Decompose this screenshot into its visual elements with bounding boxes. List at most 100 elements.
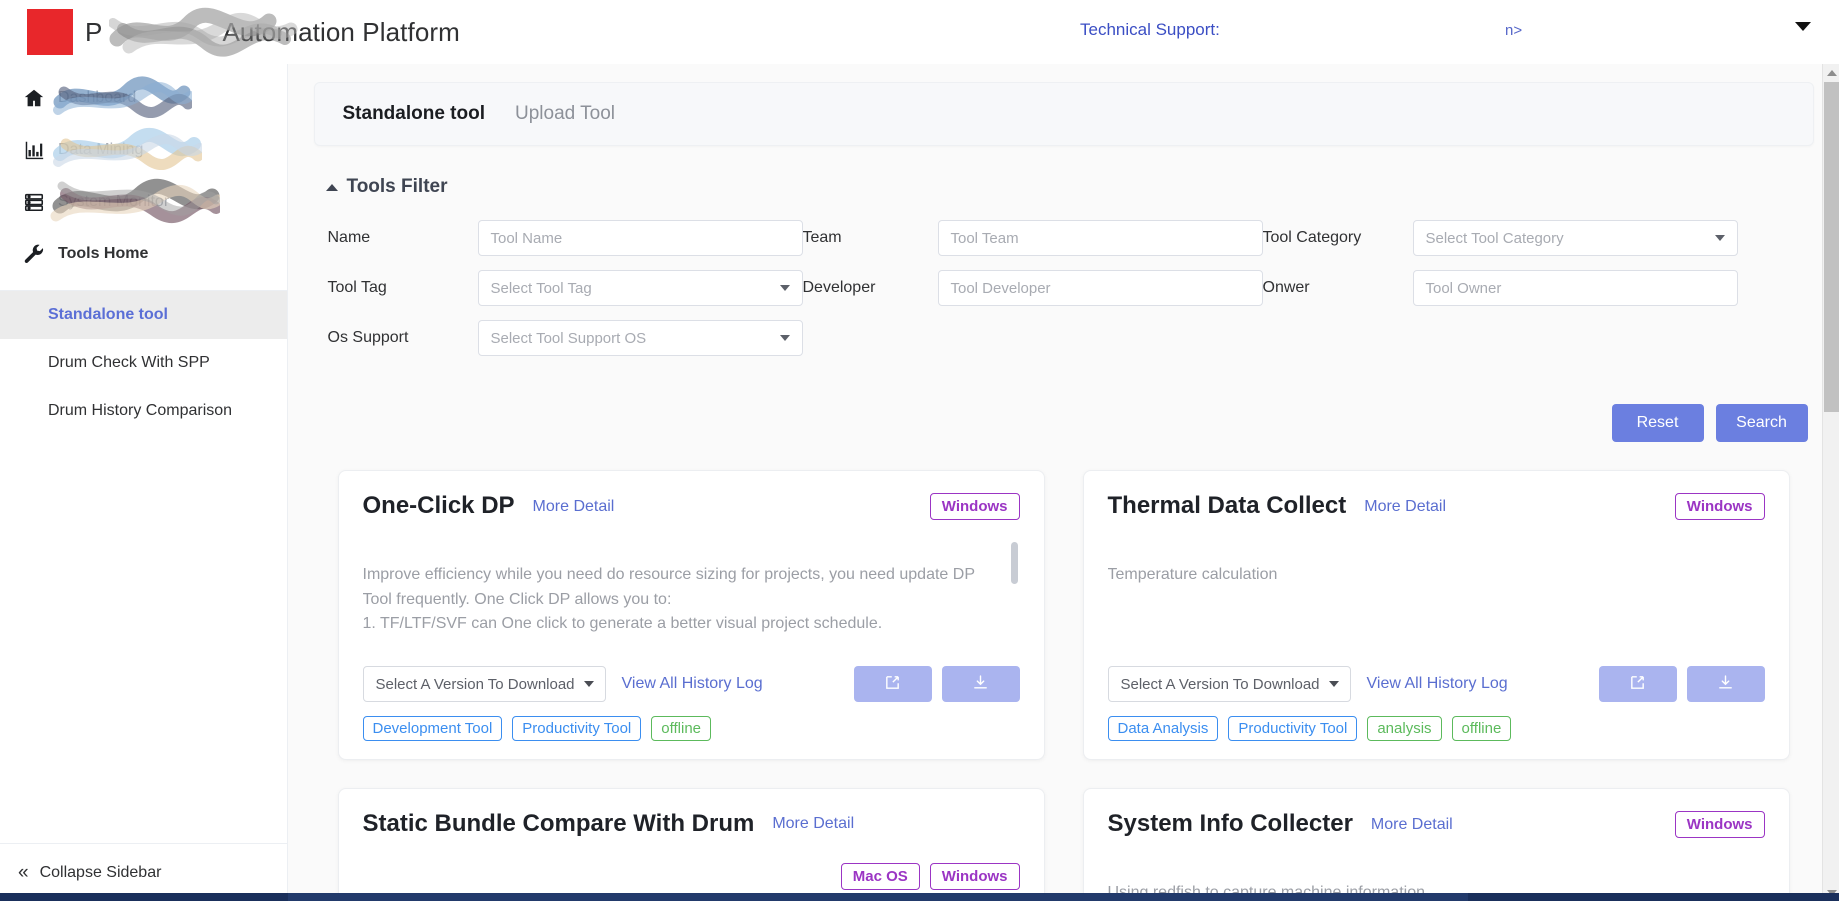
filter-input-developer[interactable]: Tool Developer [937, 270, 1263, 306]
filter-input-name[interactable]: Tool Name [477, 220, 803, 256]
tool-card: System Info Collecter More Detail Window… [1082, 788, 1790, 901]
home-icon [14, 87, 54, 109]
bottom-chrome-segment [288, 893, 1468, 901]
wrench-icon [14, 243, 54, 265]
os-badges: Windows [929, 493, 1020, 520]
sidebar-item-drum-check-with-spp[interactable]: Drum Check With SPP [0, 339, 287, 387]
version-select-placeholder: Select A Version To Download [375, 675, 575, 693]
filter-input-team[interactable]: Tool Team [937, 220, 1263, 256]
os-badge-windows: Windows [929, 493, 1020, 520]
filter-select-tool-category[interactable]: Select Tool Category [1412, 220, 1738, 256]
os-badge-windows: Windows [1674, 493, 1765, 520]
filter-label-team: Team [802, 229, 842, 246]
scroll-up-arrow[interactable] [1823, 64, 1839, 81]
triangle-up-icon [1826, 69, 1837, 76]
sidebar-item-drum-history-comparison[interactable]: Drum History Comparison [0, 387, 287, 435]
chevron-down-icon[interactable] [1795, 22, 1811, 31]
description-scrollbar[interactable] [1010, 542, 1018, 584]
download-button[interactable] [1686, 666, 1765, 702]
more-detail-link[interactable]: More Detail [1364, 498, 1446, 516]
sidebar-subitem-label: Standalone tool [48, 306, 168, 323]
main-inner: Standalone tool Upload Tool Tools Filter… [313, 82, 1814, 901]
tab-standalone-tool[interactable]: Standalone tool [343, 103, 486, 125]
bottom-chrome-bar [0, 893, 1839, 901]
tag-analysis[interactable]: analysis [1367, 716, 1442, 741]
download-button[interactable] [941, 666, 1020, 702]
version-select[interactable]: Select A Version To Download [1107, 666, 1351, 702]
chart-bar-icon [14, 139, 54, 161]
brand-logo [27, 9, 73, 55]
sidebar-item-standalone-tool[interactable]: Standalone tool [0, 291, 287, 339]
filter-input-name-placeholder: Tool Name [490, 229, 563, 247]
filter-label-tool-category: Tool Category [1262, 229, 1362, 246]
filter-select-tool-tag[interactable]: Select Tool Tag [477, 270, 803, 306]
filter-actions: Reset Search [314, 404, 1814, 442]
sidebar-item-label: Tools Home [58, 245, 149, 262]
tag-offline[interactable]: offline [651, 716, 712, 741]
tool-card: Thermal Data Collect More Detail Windows… [1082, 470, 1790, 760]
tool-card: One-Click DP More Detail Windows Improve… [337, 470, 1045, 760]
tag-data-analysis[interactable]: Data Analysis [1107, 716, 1219, 741]
tag-productivity-tool[interactable]: Productivity Tool [1228, 716, 1358, 741]
sidebar-subitem-label: Drum Check With SPP [48, 354, 210, 371]
card-icon-buttons [1598, 666, 1765, 702]
main-content: Standalone tool Upload Tool Tools Filter… [288, 64, 1839, 901]
tools-filter-header[interactable]: Tools Filter [314, 166, 1814, 214]
filter-input-team-placeholder: Tool Team [950, 229, 1019, 247]
tool-card-description: Improve efficiency while you need do res… [363, 538, 1020, 660]
view-history-log-link[interactable]: View All History Log [1367, 675, 1508, 693]
tabs-card: Standalone tool Upload Tool [313, 82, 1814, 146]
filter-input-owner[interactable]: Tool Owner [1412, 270, 1738, 306]
tools-filter-title: Tools Filter [346, 176, 448, 197]
search-button[interactable]: Search [1715, 404, 1808, 442]
tool-card-header: Static Bundle Compare With Drum More Det… [363, 810, 1020, 891]
sidebar-item-data-mining[interactable]: Data Mining [0, 124, 287, 176]
filter-label-owner: Onwer [1262, 279, 1310, 296]
page-scrollbar[interactable] [1822, 64, 1839, 901]
tool-card: Static Bundle Compare With Drum More Det… [337, 788, 1045, 901]
os-badge-windows: Windows [929, 863, 1020, 891]
filter-select-os-support-placeholder: Select Tool Support OS [490, 329, 647, 347]
double-chevron-left-icon: « [18, 861, 28, 883]
filter-input-owner-placeholder: Tool Owner [1425, 279, 1502, 297]
sidebar: Dashboard Data Mining System Monitor Too… [0, 64, 288, 901]
tool-card-title: System Info Collecter [1107, 810, 1353, 837]
tag-offline[interactable]: offline [1451, 716, 1512, 741]
sidebar-item-tools-home[interactable]: Tools Home [0, 228, 287, 280]
open-external-button[interactable] [1598, 666, 1677, 702]
more-detail-link[interactable]: More Detail [1371, 816, 1453, 834]
tool-card-tags: Development Tool Productivity Tool offli… [362, 716, 1020, 741]
more-detail-link[interactable]: More Detail [533, 498, 615, 516]
tab-upload-tool[interactable]: Upload Tool [515, 103, 615, 125]
collapse-sidebar-label: Collapse Sidebar [39, 863, 162, 881]
tag-productivity-tool[interactable]: Productivity Tool [512, 716, 642, 741]
filter-select-tool-category-placeholder: Select Tool Category [1425, 229, 1564, 247]
os-badges: Windows [1674, 811, 1765, 838]
chevron-down-icon [1328, 681, 1339, 687]
sidebar-item-dashboard[interactable]: Dashboard [0, 72, 287, 124]
sidebar-item-label: Data Mining [58, 141, 144, 158]
tool-card-header: System Info Collecter More Detail Window… [1107, 810, 1765, 838]
tool-card-title: Thermal Data Collect [1107, 492, 1347, 519]
filter-label-name: Name [327, 229, 371, 246]
sidebar-item-system-monitor[interactable]: System Monitor [0, 176, 287, 228]
scrollbar-thumb[interactable] [1824, 82, 1839, 412]
tool-card-header: Thermal Data Collect More Detail Windows [1107, 492, 1765, 520]
tag-development-tool[interactable]: Development Tool [362, 716, 503, 741]
caret-up-icon[interactable] [325, 183, 338, 191]
app-title: P Automation Platform [85, 17, 460, 47]
card-icon-buttons [853, 666, 1020, 702]
tool-card-description: Temperature calculation [1108, 538, 1765, 660]
body-wrapper: Dashboard Data Mining System Monitor Too… [0, 64, 1839, 901]
reset-button[interactable]: Reset [1611, 404, 1704, 442]
os-badge-mac-os: Mac OS [840, 863, 920, 891]
view-history-log-link[interactable]: View All History Log [622, 675, 763, 693]
version-select[interactable]: Select A Version To Download [362, 666, 606, 702]
technical-support-value: n> [1505, 22, 1523, 39]
sidebar-subitem-label: Drum History Comparison [48, 402, 233, 419]
tool-card-tags: Data Analysis Productivity Tool analysis… [1107, 716, 1765, 741]
open-external-button[interactable] [853, 666, 932, 702]
filter-select-os-support[interactable]: Select Tool Support OS [477, 320, 803, 356]
more-detail-link[interactable]: More Detail [772, 815, 854, 833]
chevron-down-icon [583, 681, 594, 687]
